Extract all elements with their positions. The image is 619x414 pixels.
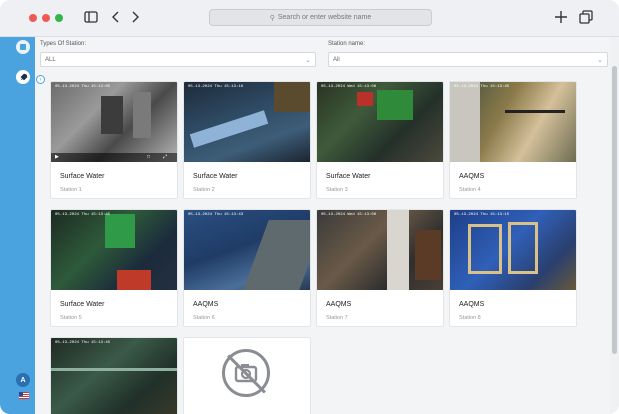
close-window-button[interactable]: [29, 14, 37, 22]
feed-timestamp: 05-13-2024 Thu 15:13:16: [188, 85, 244, 89]
new-tab-icon[interactable]: [554, 10, 570, 26]
tabs-overview-icon[interactable]: [579, 10, 595, 26]
chevron-down-icon: ⌄: [597, 57, 603, 64]
main-content: Types Of Station: ALL ⌄ Station name: Al…: [35, 37, 610, 414]
station-type: AAQMS: [326, 301, 352, 308]
address-bar[interactable]: ⚲ Search or enter website name: [209, 9, 432, 26]
forward-icon[interactable]: [130, 10, 146, 26]
feed-timestamp: 05-13-2024 Thu 15:13:15: [454, 213, 510, 217]
feed-timestamp: 05-13-2024 Thu 15:13:05: [55, 85, 111, 89]
play-icon[interactable]: ▶: [55, 154, 59, 160]
us-flag-icon[interactable]: [19, 392, 29, 399]
home-icon[interactable]: [16, 40, 30, 54]
station-name-select[interactable]: All ⌄: [328, 52, 608, 67]
chevron-down-icon: ⌄: [305, 57, 311, 64]
station-name-value: All: [333, 56, 340, 63]
search-icon: ⚲: [269, 14, 275, 22]
station-type-label: Types Of Station:: [40, 41, 87, 47]
no-camera-icon: [222, 349, 270, 397]
app-sidebar: [0, 37, 35, 414]
station-card[interactable]: 05-13-2024 Wed 15:13:08 AAQMS Station 7: [316, 209, 444, 327]
camera-feed-thumbnail[interactable]: 05-13-2024 Thu 15:13:45: [51, 210, 177, 290]
camera-feed-thumbnail[interactable]: 05-13-2024 Wed 15:13:08: [317, 210, 443, 290]
station-name: Station 2: [193, 187, 215, 193]
station-card[interactable]: 05-13-2024 Thu 15:13:15 AAQMS Station 8: [449, 209, 577, 327]
station-name: Station 3: [326, 187, 348, 193]
feed-timestamp: 05-13-2024 Thu 15:13:43: [188, 213, 244, 217]
station-card[interactable]: 05-13-2024 Thu 15:13:05 ▶ □ ⤢ Surface Wa…: [50, 81, 178, 199]
minimize-window-button[interactable]: [42, 14, 50, 22]
station-type: Surface Water: [193, 173, 238, 180]
station-name: Station 5: [60, 315, 82, 321]
station-type: Surface Water: [60, 173, 105, 180]
station-type-value: ALL: [45, 56, 56, 63]
camera-feed-thumbnail[interactable]: 05-13-2024 Thu 15:13:45: [51, 338, 177, 414]
avatar[interactable]: A: [16, 373, 30, 387]
station-type: Surface Water: [326, 173, 371, 180]
station-card[interactable]: 05-13-2024 Thu 15:13:45 AAQMS Station 4: [449, 81, 577, 199]
camera-feed-thumbnail[interactable]: 05-13-2024 Wed 15:13:08: [317, 82, 443, 162]
station-name: Station 7: [326, 315, 348, 321]
video-player-controls[interactable]: ▶ □ ⤢: [51, 153, 177, 162]
fullscreen-icon[interactable]: ⤢: [163, 154, 167, 160]
volume-icon[interactable]: □: [147, 154, 150, 160]
camera-feed-thumbnail[interactable]: 05-13-2024 Thu 15:13:43: [184, 210, 310, 290]
station-name: Station 1: [60, 187, 82, 193]
station-name: Station 4: [459, 187, 481, 193]
back-icon[interactable]: [111, 10, 127, 26]
station-type: AAQMS: [193, 301, 219, 308]
rocket-icon[interactable]: [16, 70, 30, 84]
camera-feed-thumbnail[interactable]: 05-13-2024 Thu 15:13:15: [450, 210, 576, 290]
feed-timestamp: 05-13-2024 Wed 15:13:08: [321, 85, 377, 89]
station-card[interactable]: 05-13-2024 Thu 15:13:45: [50, 337, 178, 414]
feed-timestamp: 05-13-2024 Thu 15:13:45: [55, 341, 111, 345]
camera-feed-thumbnail[interactable]: 05-13-2024 Thu 15:13:05 ▶ □ ⤢: [51, 82, 177, 162]
station-card[interactable]: 05-13-2024 Thu 15:13:45 Surface Water St…: [50, 209, 178, 327]
address-bar-placeholder: Search or enter website name: [277, 14, 372, 21]
camera-feed-thumbnail[interactable]: 05-13-2024 Thu 15:13:45: [450, 82, 576, 162]
station-card[interactable]: 05-13-2024 Wed 15:13:08 Surface Water St…: [316, 81, 444, 199]
station-type: AAQMS: [459, 301, 485, 308]
station-type: Surface Water: [60, 301, 105, 308]
station-card[interactable]: 05-13-2024 Thu 15:13:43 AAQMS Station 6: [183, 209, 311, 327]
maximize-window-button[interactable]: [55, 14, 63, 22]
scrollbar-thumb[interactable]: [612, 66, 617, 354]
station-name-label: Station name:: [328, 41, 366, 47]
browser-titlebar: ⚲ Search or enter website name: [0, 0, 619, 37]
station-type-select[interactable]: ALL ⌄: [40, 52, 316, 67]
feed-timestamp: 05-13-2024 Wed 15:13:08: [321, 213, 377, 217]
station-name: Station 6: [193, 315, 215, 321]
station-name: Station 8: [459, 315, 481, 321]
feed-timestamp: 05-13-2024 Thu 15:13:45: [454, 85, 510, 89]
station-type: AAQMS: [459, 173, 485, 180]
browser-window: ⚲ Search or enter website name A › Types…: [0, 0, 619, 414]
sidebar-toggle-icon[interactable]: [84, 10, 100, 26]
camera-feed-thumbnail[interactable]: 05-13-2024 Thu 15:13:16: [184, 82, 310, 162]
feed-timestamp: 05-13-2024 Thu 15:13:45: [55, 213, 111, 217]
station-card[interactable]: 05-13-2024 Thu 15:13:16 Surface Water St…: [183, 81, 311, 199]
